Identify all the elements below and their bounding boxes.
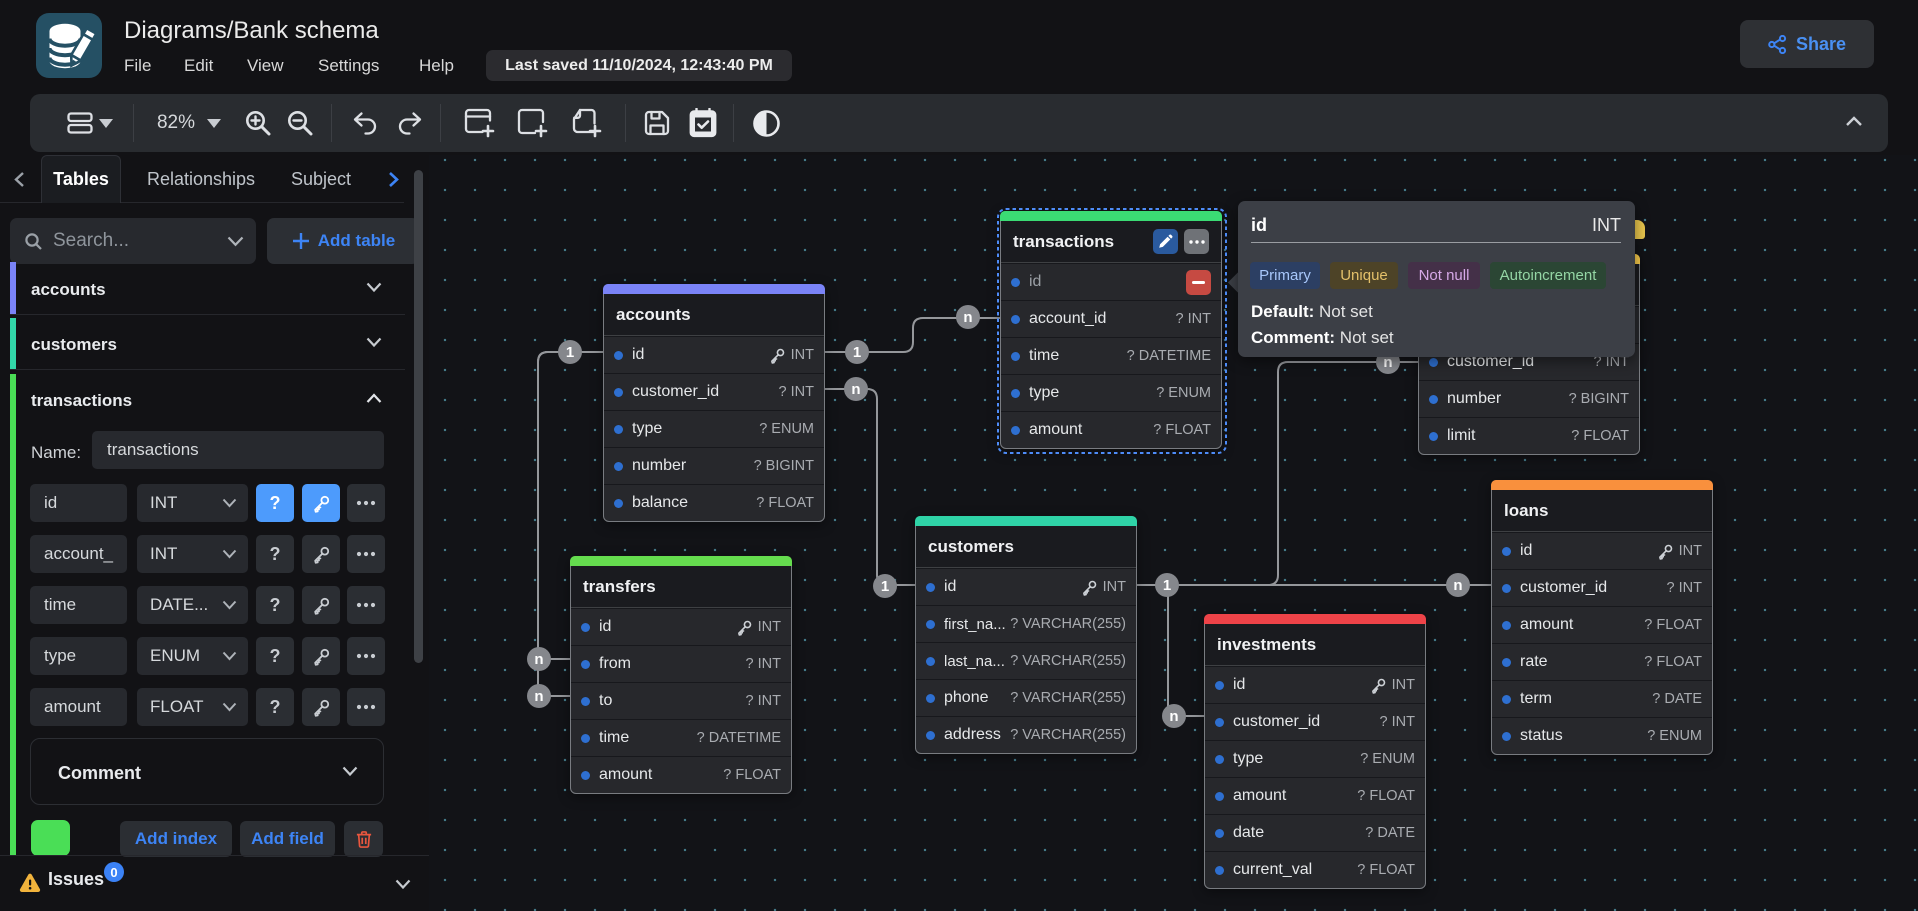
svg-text:1: 1: [1163, 577, 1171, 594]
svg-text:1: 1: [566, 344, 574, 361]
svg-text:n: n: [851, 381, 860, 398]
svg-text:1: 1: [853, 344, 861, 361]
svg-text:n: n: [1169, 708, 1178, 725]
svg-text:1: 1: [881, 578, 889, 595]
svg-text:n: n: [534, 688, 543, 705]
svg-text:n: n: [1453, 577, 1462, 594]
svg-text:n: n: [534, 651, 543, 668]
svg-text:n: n: [963, 309, 972, 326]
